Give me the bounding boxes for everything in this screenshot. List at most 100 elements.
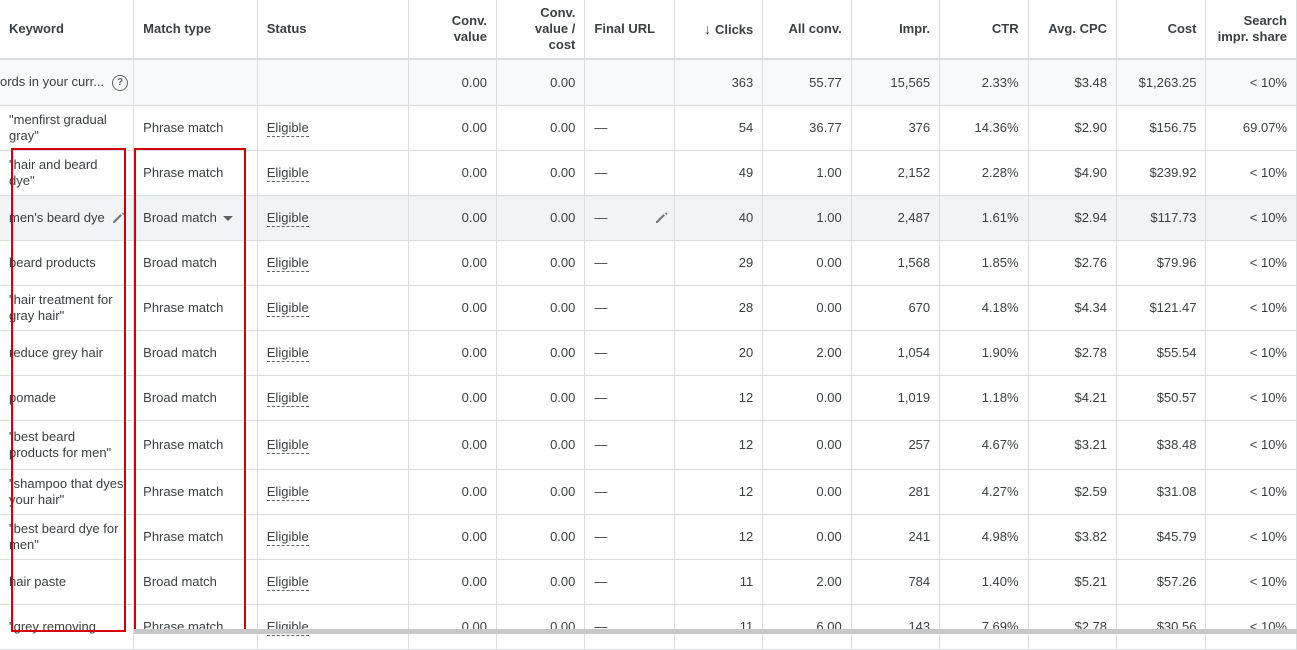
- final-url-text: —: [594, 300, 608, 315]
- ctr-cell: 14.36%: [939, 105, 1029, 151]
- table-row[interactable]: "hair and beard dye" Phrase match Eligible…: [0, 150, 1297, 196]
- keyword-cell[interactable]: beard products: [0, 240, 135, 286]
- header-clicks[interactable]: ↓ Clicks: [674, 0, 764, 60]
- search-impr-share-cell: < 10%: [1205, 604, 1297, 650]
- table-row[interactable]: reduce grey hair Broad match Eligible 0.00 0…: [0, 330, 1297, 376]
- keyword-cell[interactable]: hair paste: [0, 559, 135, 605]
- header-conv-value[interactable]: Conv. value: [408, 0, 497, 60]
- match-type-cell[interactable]: Broad match: [133, 330, 258, 376]
- match-type-cell[interactable]: Broad match: [133, 240, 258, 286]
- table-row[interactable]: beard products Broad match Eligible 0.00 0.0…: [0, 240, 1297, 286]
- final-url-cell: —: [584, 559, 675, 605]
- status-eligible-link[interactable]: Eligible: [266, 255, 309, 272]
- status-eligible-link[interactable]: Eligible: [266, 345, 309, 362]
- status-cell: Eligible: [257, 330, 409, 376]
- search-impr-share-cell: < 10%: [1205, 240, 1297, 286]
- header-match-type[interactable]: Match type: [133, 0, 258, 60]
- help-icon[interactable]: ?: [112, 74, 129, 91]
- keyword-cell[interactable]: pomade: [0, 375, 135, 421]
- header-all-conv[interactable]: All conv.: [762, 0, 852, 60]
- match-type-cell[interactable]: Phrase match: [133, 604, 258, 650]
- avg-cpc-cell: $2.94: [1028, 195, 1118, 241]
- match-type-cell[interactable]: Phrase match: [133, 469, 258, 515]
- match-type-cell[interactable]: Phrase match: [133, 420, 258, 470]
- header-conv-value-cost[interactable]: Conv. value / cost: [496, 0, 586, 60]
- search-impr-share-cell: < 10%: [1205, 375, 1297, 421]
- final-url-text: —: [594, 210, 608, 225]
- match-type-cell[interactable]: Phrase match: [133, 285, 258, 331]
- horizontal-scrollbar[interactable]: [134, 629, 1297, 634]
- status-eligible-link[interactable]: Eligible: [266, 390, 309, 407]
- keyword-cell[interactable]: "best beard dye for men": [0, 514, 135, 560]
- table-row[interactable]: "menfirst gradual gray" Phrase match Eligi…: [0, 105, 1297, 151]
- header-impr[interactable]: Impr.: [851, 0, 941, 60]
- table-row[interactable]: "best beard dye for men" Phrase match Elig…: [0, 514, 1297, 560]
- search-impr-share-cell: < 10%: [1205, 285, 1297, 331]
- table-row[interactable]: "grey removing Phrase match Eligible 0.00 0.…: [0, 604, 1297, 650]
- header-keyword[interactable]: Keyword: [0, 0, 135, 60]
- keyword-cell[interactable]: "shampoo that dyes your hair": [0, 469, 135, 515]
- header-cost[interactable]: Cost: [1116, 0, 1207, 60]
- status-eligible-link[interactable]: Eligible: [266, 120, 309, 137]
- table-row[interactable]: "best beard products for men" Phrase matc…: [0, 420, 1297, 470]
- header-avg-cpc[interactable]: Avg. CPC: [1028, 0, 1118, 60]
- match-type-cell[interactable]: Phrase match: [133, 514, 258, 560]
- clicks-cell: 28: [674, 285, 764, 331]
- header-final-url[interactable]: Final URL: [584, 0, 675, 60]
- keyword-cell[interactable]: "menfirst gradual gray": [0, 105, 135, 151]
- clicks-cell: 40: [674, 195, 764, 241]
- match-type-cell[interactable]: Broad match: [133, 559, 258, 605]
- clicks-cell: 29: [674, 240, 764, 286]
- pencil-icon[interactable]: [654, 209, 670, 225]
- total-search-impr-share: < 10%: [1205, 59, 1297, 106]
- table-row[interactable]: "hair treatment for gray hair" Phrase mat…: [0, 285, 1297, 331]
- table-row[interactable]: hair paste Broad match Eligible 0.00 0.00 — 11…: [0, 559, 1297, 605]
- header-clicks-label: Clicks: [714, 21, 754, 37]
- table-row[interactable]: "shampoo that dyes your hair" Phrase matc…: [0, 469, 1297, 515]
- final-url-text: —: [594, 390, 608, 405]
- all-conv-cell: 0.00: [762, 420, 852, 470]
- match-type-cell[interactable]: Broad match: [133, 375, 258, 421]
- keyword-cell[interactable]: men's beard dye: [0, 195, 135, 241]
- pencil-icon[interactable]: [111, 209, 127, 225]
- arrow-down-icon: ↓: [703, 20, 711, 37]
- status-eligible-link[interactable]: Eligible: [266, 574, 309, 591]
- table-row[interactable]: pomade Broad match Eligible 0.00 0.00—12 0.00…: [0, 375, 1297, 421]
- conv-value-cost-cell: 0.00: [496, 285, 586, 331]
- all-conv-cell: 0.00: [762, 285, 852, 331]
- table-row[interactable]: men's beard dye Broad match Eligible 0.00 0.…: [0, 195, 1297, 241]
- final-url-text: —: [594, 345, 608, 360]
- keywords-table: Keyword Match type Status Conv. value Co…: [0, 0, 1297, 650]
- match-type-cell[interactable]: Broad match: [133, 195, 258, 241]
- keyword-text: "best beard dye for men": [9, 521, 119, 552]
- header-ctr[interactable]: CTR: [939, 0, 1029, 60]
- status-eligible-link[interactable]: Eligible: [266, 437, 309, 454]
- conv-value-cost-cell: 0.00: [496, 559, 586, 605]
- keyword-cell[interactable]: "best beard products for men": [0, 420, 135, 470]
- status-cell: Eligible: [257, 559, 409, 605]
- status-eligible-link[interactable]: Eligible: [266, 484, 309, 501]
- header-search-impr-share[interactable]: Search impr. share: [1205, 0, 1297, 60]
- match-type-cell[interactable]: Phrase match: [133, 150, 258, 196]
- cost-cell: $55.54: [1116, 330, 1207, 376]
- keyword-cell[interactable]: "hair and beard dye": [0, 150, 135, 196]
- keyword-cell[interactable]: reduce grey hair: [0, 330, 135, 376]
- final-url-cell: —: [584, 514, 675, 560]
- keyword-cell[interactable]: "grey removing: [0, 604, 135, 650]
- ctr-cell: 1.90%: [939, 330, 1029, 376]
- header-status[interactable]: Status: [257, 0, 409, 60]
- keyword-cell[interactable]: "hair treatment for gray hair": [0, 285, 135, 331]
- status-cell: Eligible: [257, 469, 409, 515]
- status-eligible-link[interactable]: Eligible: [266, 210, 309, 227]
- dropdown-arrow-icon[interactable]: [222, 216, 233, 222]
- match-type-cell[interactable]: Phrase match: [133, 105, 258, 151]
- conv-value-cost-cell: 0.00: [496, 469, 586, 515]
- status-eligible-link[interactable]: Eligible: [266, 529, 309, 546]
- conv-value-cell: 0.00: [408, 514, 497, 560]
- total-all-conv: 55.77: [762, 59, 852, 106]
- status-eligible-link[interactable]: Eligible: [266, 300, 309, 317]
- conv-value-cost-cell: 0.00: [496, 195, 586, 241]
- search-impr-share-cell: 69.07%: [1205, 105, 1297, 151]
- status-eligible-link[interactable]: Eligible: [266, 165, 309, 182]
- final-url-text: —: [594, 437, 608, 452]
